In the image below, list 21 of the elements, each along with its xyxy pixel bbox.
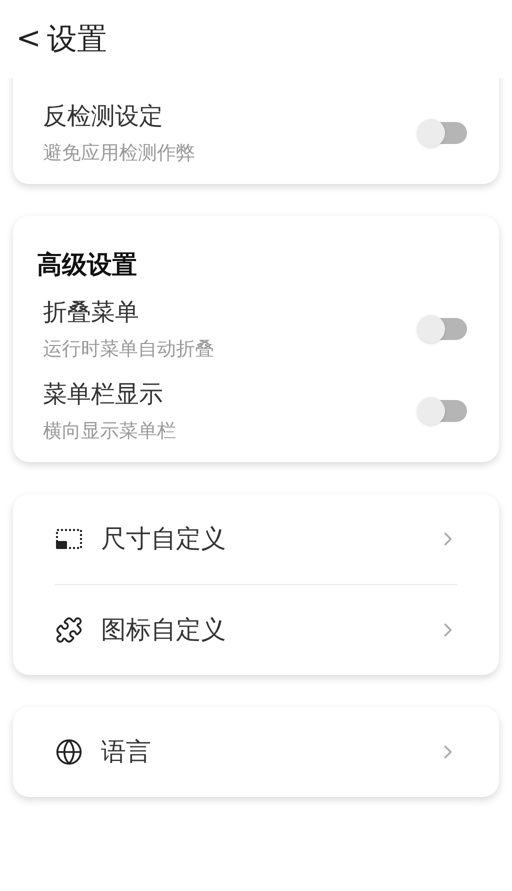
setting-title: 反检测设定 — [43, 101, 164, 132]
puzzle-icon — [55, 616, 83, 644]
setting-title: 折叠菜单 — [43, 296, 140, 328]
menu-item-label: 图标自定义 — [101, 614, 227, 646]
back-button[interactable]: < — [16, 24, 42, 54]
menu-item[interactable]: 图标自定义 — [43, 584, 469, 674]
toggle-switch[interactable] — [417, 314, 469, 342]
globe-icon — [55, 738, 83, 766]
menu-item[interactable]: 尺寸自定义 — [43, 494, 469, 584]
setting-description: 运行时菜单自动折叠 — [43, 336, 214, 362]
setting-title: 菜单栏显示 — [43, 378, 164, 410]
menu-item-label: 语言 — [101, 736, 152, 768]
toggle-switch[interactable] — [417, 119, 469, 147]
toggle-switch[interactable] — [417, 396, 469, 424]
menu-item[interactable]: 语言 — [43, 706, 469, 796]
page-title: 设置 — [47, 20, 108, 58]
resize-icon — [55, 526, 83, 550]
section-heading: 高级设置 — [36, 249, 138, 281]
setting-description: 横向显示菜单栏 — [43, 418, 176, 444]
menu-item-label: 尺寸自定义 — [101, 522, 227, 555]
setting-description: 避免应用检测作弊 — [43, 141, 195, 166]
